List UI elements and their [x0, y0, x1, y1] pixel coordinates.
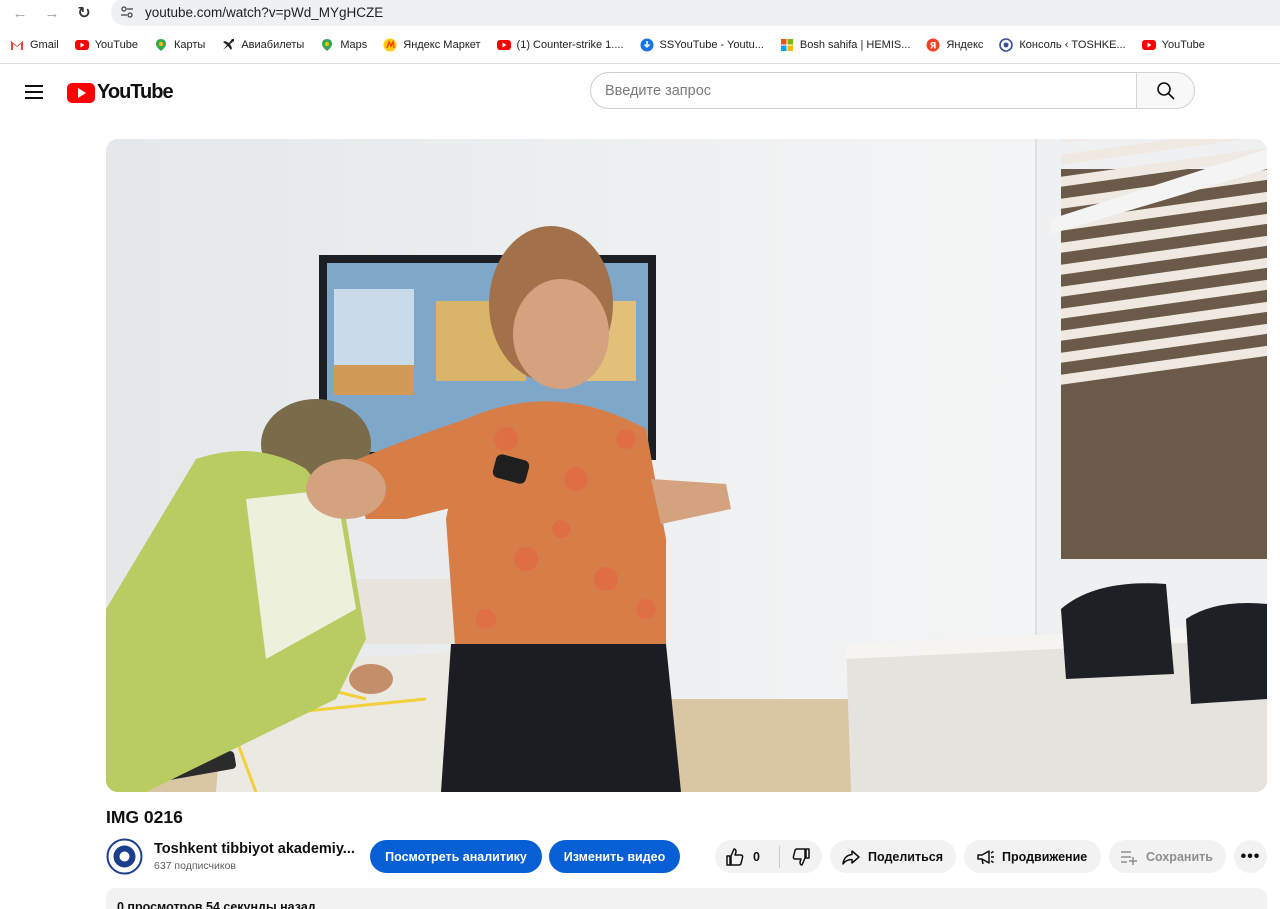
- thumbs-down-icon: [792, 847, 810, 866]
- save-label: Сохранить: [1146, 849, 1213, 864]
- channel-name[interactable]: Toshkent tibbiyot akademiy...: [154, 841, 355, 857]
- channel-avatar[interactable]: [106, 837, 143, 875]
- bookmark-item[interactable]: (1) Counter-strike 1....: [496, 38, 624, 52]
- bookmark-label: Maps: [340, 39, 368, 51]
- forward-arrow-icon[interactable]: →: [41, 2, 63, 24]
- analytics-button[interactable]: Посмотреть аналитику: [370, 840, 542, 873]
- youtube-logo[interactable]: YouTube: [67, 81, 174, 104]
- like-button[interactable]: 0: [715, 840, 779, 873]
- megaphone-icon: [977, 849, 994, 864]
- description-box[interactable]: 0 просмотров 54 секунды назад: [106, 888, 1267, 909]
- share-arrow-icon: [842, 849, 860, 865]
- reload-icon[interactable]: ↻: [73, 2, 95, 24]
- bookmark-label: Яндекс Маркет: [403, 39, 481, 51]
- youtube-icon: [74, 38, 89, 52]
- subscriber-count: 637 подписчиков: [154, 859, 237, 872]
- save-button[interactable]: Сохранить: [1109, 840, 1226, 873]
- like-dislike-group: 0: [715, 840, 822, 873]
- video-player[interactable]: [106, 139, 1267, 792]
- search-input[interactable]: [590, 72, 1137, 109]
- bookmark-item[interactable]: Я Яндекс: [926, 38, 983, 52]
- browser-toolbar: ← → ↻ youtube.com/watch?v=pWd_MYgHCZE: [0, 0, 1280, 26]
- edit-video-button[interactable]: Изменить видео: [549, 840, 680, 873]
- youtube-icon: [496, 38, 511, 52]
- logo-text: YouTube: [97, 81, 174, 103]
- bookmark-item[interactable]: YouTube: [74, 38, 138, 52]
- bookmark-item[interactable]: Яндекс Маркет: [383, 38, 481, 52]
- plane-icon: [221, 38, 235, 52]
- youtube-masthead: YouTube: [0, 64, 1280, 120]
- gmail-icon: [10, 38, 24, 52]
- bookmark-item[interactable]: SSYouTube - Youtu...: [640, 38, 764, 52]
- search-icon: [1156, 81, 1175, 100]
- thumbs-up-icon: [726, 847, 744, 866]
- youtube-icon: [1141, 38, 1156, 52]
- more-actions-button[interactable]: •••: [1234, 840, 1267, 873]
- promote-button[interactable]: Продвижение: [964, 840, 1101, 873]
- bookmark-item[interactable]: Авиабилеты: [221, 38, 304, 52]
- bookmark-label: YouTube: [94, 39, 138, 51]
- bookmark-label: Bosh sahifa | HEMIS...: [799, 39, 911, 51]
- bookmark-label: Консоль ‹ TOSHKE...: [1019, 39, 1126, 51]
- video-title: IMG 0216: [106, 807, 183, 827]
- bookmark-label: (1) Counter-strike 1....: [516, 39, 624, 51]
- svg-text:Я: Я: [930, 42, 937, 52]
- youtube-play-icon: [67, 82, 95, 103]
- share-label: Поделиться: [868, 849, 944, 864]
- maps-pin-icon: [320, 38, 334, 52]
- view-count-and-date: 0 просмотров 54 секунды назад: [117, 900, 316, 909]
- playlist-add-icon: [1121, 850, 1137, 865]
- bookmark-label: Gmail: [30, 39, 59, 51]
- microsoft-icon: [780, 38, 794, 52]
- bookmark-label: YouTube: [1161, 39, 1205, 51]
- like-count: 0: [753, 849, 760, 864]
- bookmark-item[interactable]: Карты: [154, 38, 205, 52]
- share-button[interactable]: Поделиться: [830, 840, 956, 873]
- bookmarks-bar: Gmail YouTube Карты Авиабилеты Maps Яндекс Ма…: [0, 34, 1280, 56]
- channel-owner: Toshkent tibbiyot akademiy... 637 подпис…: [106, 837, 355, 875]
- bookmark-item[interactable]: YouTube: [1141, 38, 1205, 52]
- maps-pin-icon: [154, 38, 168, 52]
- download-icon: [640, 38, 654, 52]
- hamburger-menu-icon[interactable]: [20, 78, 48, 106]
- yandex-icon: Я: [926, 38, 940, 52]
- yandex-market-icon: [383, 38, 397, 52]
- bookmark-label: Авиабилеты: [241, 39, 305, 51]
- dislike-button[interactable]: [780, 840, 822, 873]
- bookmark-item[interactable]: Bosh sahifa | HEMIS...: [780, 38, 910, 52]
- bookmark-item[interactable]: Консоль ‹ TOSHKE...: [999, 38, 1126, 52]
- promote-label: Продвижение: [1002, 849, 1088, 864]
- bookmark-item[interactable]: Gmail: [10, 38, 59, 52]
- url-text: youtube.com/watch?v=pWd_MYgHCZE: [145, 4, 384, 20]
- bookmark-label: Карты: [173, 39, 206, 51]
- address-bar[interactable]: youtube.com/watch?v=pWd_MYgHCZE: [111, 0, 1280, 26]
- search-button[interactable]: [1136, 72, 1195, 109]
- back-arrow-icon[interactable]: ←: [9, 2, 31, 24]
- globe-icon: [999, 38, 1014, 52]
- bookmark-label: Яндекс: [946, 39, 984, 51]
- bookmark-item[interactable]: Maps: [320, 38, 367, 52]
- bookmark-label: SSYouTube - Youtu...: [659, 39, 764, 51]
- video-frame: [106, 139, 1267, 792]
- site-settings-icon[interactable]: [117, 2, 137, 22]
